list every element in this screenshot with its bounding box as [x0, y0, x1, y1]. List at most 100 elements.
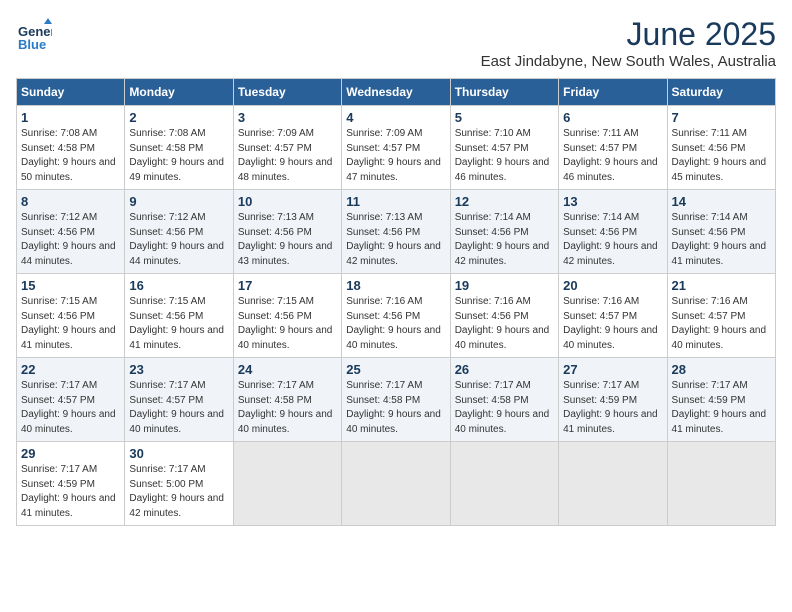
day-info: Sunrise: 7:14 AMSunset: 4:56 PMDaylight:… [563, 212, 658, 267]
day-number: 30 [129, 446, 228, 461]
calendar-cell: 28 Sunrise: 7:17 AMSunset: 4:59 PMDaylig… [667, 358, 775, 442]
day-number: 18 [346, 278, 445, 293]
day-number: 29 [21, 446, 120, 461]
day-number: 8 [21, 194, 120, 209]
calendar-cell: 1 Sunrise: 7:08 AMSunset: 4:58 PMDayligh… [17, 106, 125, 190]
day-number: 23 [129, 362, 228, 377]
day-number: 7 [672, 110, 771, 125]
day-info: Sunrise: 7:09 AMSunset: 4:57 PMDaylight:… [238, 128, 333, 183]
weekday-header: Tuesday [233, 79, 341, 106]
calendar-cell [450, 442, 558, 526]
calendar-cell [342, 442, 450, 526]
calendar-cell: 10 Sunrise: 7:13 AMSunset: 4:56 PMDaylig… [233, 190, 341, 274]
day-info: Sunrise: 7:16 AMSunset: 4:56 PMDaylight:… [455, 296, 550, 351]
month-title: June 2025 [481, 16, 776, 53]
day-info: Sunrise: 7:17 AMSunset: 4:58 PMDaylight:… [455, 380, 550, 435]
weekday-header: Wednesday [342, 79, 450, 106]
day-number: 17 [238, 278, 337, 293]
calendar-cell: 20 Sunrise: 7:16 AMSunset: 4:57 PMDaylig… [559, 274, 667, 358]
day-info: Sunrise: 7:14 AMSunset: 4:56 PMDaylight:… [455, 212, 550, 267]
calendar-cell: 23 Sunrise: 7:17 AMSunset: 4:57 PMDaylig… [125, 358, 233, 442]
day-number: 16 [129, 278, 228, 293]
weekday-header: Friday [559, 79, 667, 106]
day-number: 22 [21, 362, 120, 377]
day-info: Sunrise: 7:17 AMSunset: 4:57 PMDaylight:… [129, 380, 224, 435]
calendar-row: 1 Sunrise: 7:08 AMSunset: 4:58 PMDayligh… [17, 106, 776, 190]
calendar-row: 8 Sunrise: 7:12 AMSunset: 4:56 PMDayligh… [17, 190, 776, 274]
day-info: Sunrise: 7:16 AMSunset: 4:56 PMDaylight:… [346, 296, 441, 351]
day-number: 10 [238, 194, 337, 209]
day-info: Sunrise: 7:14 AMSunset: 4:56 PMDaylight:… [672, 212, 767, 267]
logo-icon: General Blue [16, 16, 52, 52]
day-info: Sunrise: 7:17 AMSunset: 4:58 PMDaylight:… [346, 380, 441, 435]
svg-text:Blue: Blue [18, 37, 46, 52]
calendar-cell: 11 Sunrise: 7:13 AMSunset: 4:56 PMDaylig… [342, 190, 450, 274]
day-info: Sunrise: 7:15 AMSunset: 4:56 PMDaylight:… [21, 296, 116, 351]
day-number: 28 [672, 362, 771, 377]
calendar-cell: 13 Sunrise: 7:14 AMSunset: 4:56 PMDaylig… [559, 190, 667, 274]
calendar-cell: 19 Sunrise: 7:16 AMSunset: 4:56 PMDaylig… [450, 274, 558, 358]
day-info: Sunrise: 7:17 AMSunset: 4:59 PMDaylight:… [21, 464, 116, 519]
calendar-cell: 30 Sunrise: 7:17 AMSunset: 5:00 PMDaylig… [125, 442, 233, 526]
day-info: Sunrise: 7:15 AMSunset: 4:56 PMDaylight:… [238, 296, 333, 351]
calendar-cell: 2 Sunrise: 7:08 AMSunset: 4:58 PMDayligh… [125, 106, 233, 190]
calendar-cell: 26 Sunrise: 7:17 AMSunset: 4:58 PMDaylig… [450, 358, 558, 442]
day-number: 25 [346, 362, 445, 377]
calendar-cell: 25 Sunrise: 7:17 AMSunset: 4:58 PMDaylig… [342, 358, 450, 442]
calendar-cell: 21 Sunrise: 7:16 AMSunset: 4:57 PMDaylig… [667, 274, 775, 358]
day-number: 14 [672, 194, 771, 209]
calendar-cell [233, 442, 341, 526]
day-info: Sunrise: 7:17 AMSunset: 4:58 PMDaylight:… [238, 380, 333, 435]
day-number: 1 [21, 110, 120, 125]
calendar-cell: 5 Sunrise: 7:10 AMSunset: 4:57 PMDayligh… [450, 106, 558, 190]
calendar-cell: 3 Sunrise: 7:09 AMSunset: 4:57 PMDayligh… [233, 106, 341, 190]
calendar-table: SundayMondayTuesdayWednesdayThursdayFrid… [16, 78, 776, 526]
calendar-cell: 12 Sunrise: 7:14 AMSunset: 4:56 PMDaylig… [450, 190, 558, 274]
calendar-cell: 14 Sunrise: 7:14 AMSunset: 4:56 PMDaylig… [667, 190, 775, 274]
calendar-cell: 7 Sunrise: 7:11 AMSunset: 4:56 PMDayligh… [667, 106, 775, 190]
calendar-cell: 6 Sunrise: 7:11 AMSunset: 4:57 PMDayligh… [559, 106, 667, 190]
day-info: Sunrise: 7:17 AMSunset: 4:59 PMDaylight:… [563, 380, 658, 435]
day-info: Sunrise: 7:15 AMSunset: 4:56 PMDaylight:… [129, 296, 224, 351]
day-number: 6 [563, 110, 662, 125]
day-number: 9 [129, 194, 228, 209]
day-number: 12 [455, 194, 554, 209]
day-info: Sunrise: 7:12 AMSunset: 4:56 PMDaylight:… [21, 212, 116, 267]
calendar-cell [559, 442, 667, 526]
calendar-cell: 18 Sunrise: 7:16 AMSunset: 4:56 PMDaylig… [342, 274, 450, 358]
day-info: Sunrise: 7:10 AMSunset: 4:57 PMDaylight:… [455, 128, 550, 183]
weekday-header: Saturday [667, 79, 775, 106]
day-info: Sunrise: 7:17 AMSunset: 4:57 PMDaylight:… [21, 380, 116, 435]
day-number: 11 [346, 194, 445, 209]
calendar-cell: 16 Sunrise: 7:15 AMSunset: 4:56 PMDaylig… [125, 274, 233, 358]
day-info: Sunrise: 7:08 AMSunset: 4:58 PMDaylight:… [129, 128, 224, 183]
day-number: 27 [563, 362, 662, 377]
location-title: East Jindabyne, New South Wales, Austral… [481, 53, 776, 70]
day-number: 2 [129, 110, 228, 125]
day-info: Sunrise: 7:17 AMSunset: 5:00 PMDaylight:… [129, 464, 224, 519]
calendar-cell: 24 Sunrise: 7:17 AMSunset: 4:58 PMDaylig… [233, 358, 341, 442]
calendar-cell: 17 Sunrise: 7:15 AMSunset: 4:56 PMDaylig… [233, 274, 341, 358]
calendar-cell: 29 Sunrise: 7:17 AMSunset: 4:59 PMDaylig… [17, 442, 125, 526]
calendar-cell [667, 442, 775, 526]
day-info: Sunrise: 7:16 AMSunset: 4:57 PMDaylight:… [672, 296, 767, 351]
day-number: 13 [563, 194, 662, 209]
day-info: Sunrise: 7:12 AMSunset: 4:56 PMDaylight:… [129, 212, 224, 267]
calendar-row: 29 Sunrise: 7:17 AMSunset: 4:59 PMDaylig… [17, 442, 776, 526]
weekday-header: Sunday [17, 79, 125, 106]
calendar-row: 15 Sunrise: 7:15 AMSunset: 4:56 PMDaylig… [17, 274, 776, 358]
day-info: Sunrise: 7:11 AMSunset: 4:56 PMDaylight:… [672, 128, 767, 183]
weekday-header: Thursday [450, 79, 558, 106]
calendar-cell: 27 Sunrise: 7:17 AMSunset: 4:59 PMDaylig… [559, 358, 667, 442]
day-number: 19 [455, 278, 554, 293]
day-number: 15 [21, 278, 120, 293]
day-number: 4 [346, 110, 445, 125]
weekday-header: Monday [125, 79, 233, 106]
day-info: Sunrise: 7:16 AMSunset: 4:57 PMDaylight:… [563, 296, 658, 351]
calendar-cell: 15 Sunrise: 7:15 AMSunset: 4:56 PMDaylig… [17, 274, 125, 358]
calendar-cell: 4 Sunrise: 7:09 AMSunset: 4:57 PMDayligh… [342, 106, 450, 190]
day-number: 20 [563, 278, 662, 293]
header: General Blue June 2025 East Jindabyne, N… [16, 16, 776, 70]
day-info: Sunrise: 7:13 AMSunset: 4:56 PMDaylight:… [346, 212, 441, 267]
calendar-row: 22 Sunrise: 7:17 AMSunset: 4:57 PMDaylig… [17, 358, 776, 442]
